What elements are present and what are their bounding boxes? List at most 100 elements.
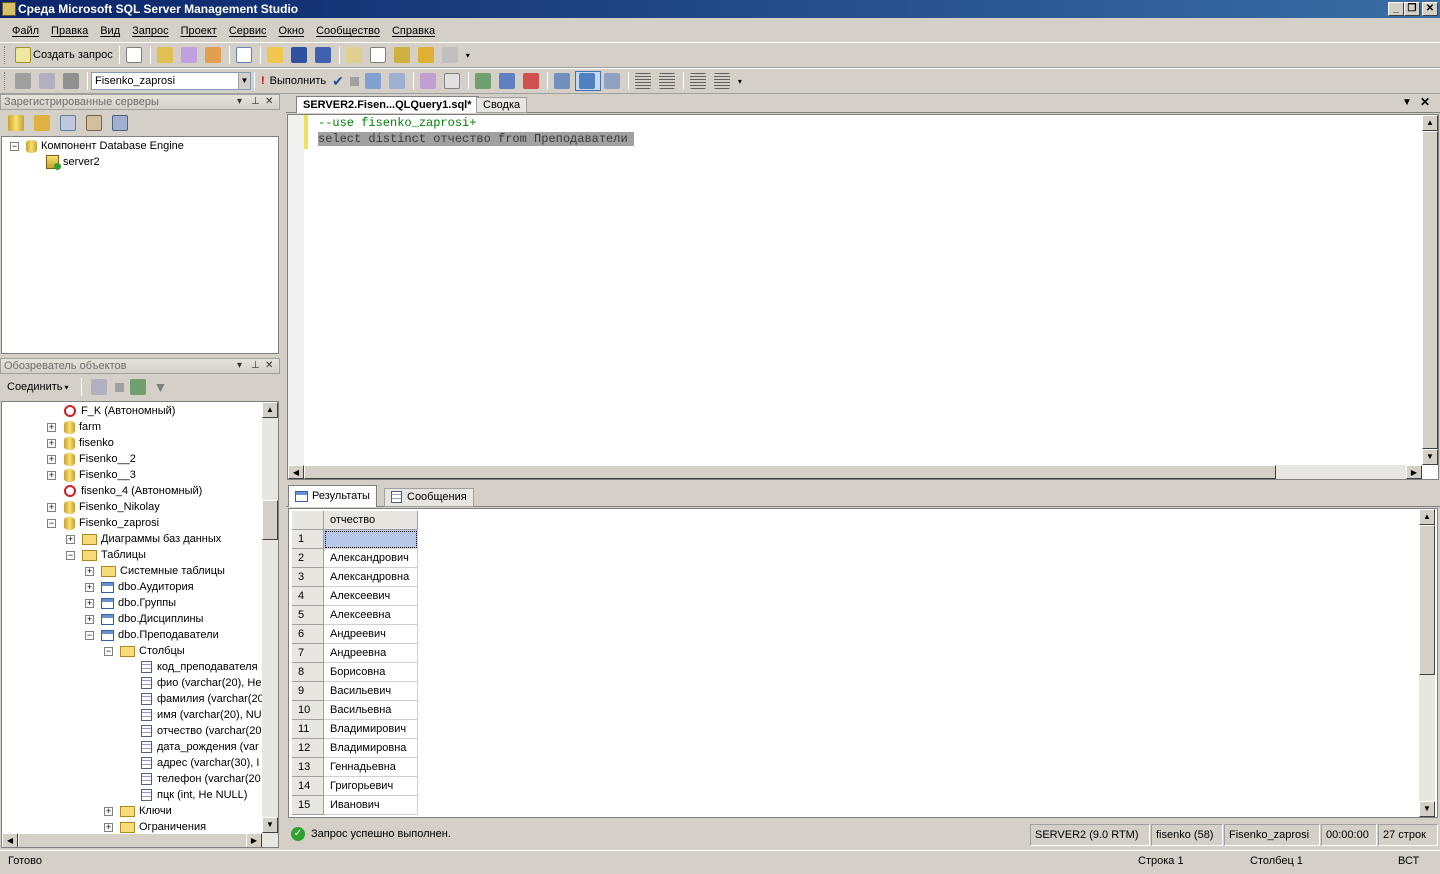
row-header[interactable]: 12 [292, 739, 324, 758]
refresh-icon[interactable] [129, 379, 146, 395]
grid-cell[interactable]: Александровна [324, 568, 418, 587]
row-header[interactable]: 2 [292, 549, 324, 568]
row-header[interactable]: 5 [292, 606, 324, 625]
menu-window[interactable]: Окно [273, 25, 311, 37]
tree-node-db[interactable]: fisenko_4 (Автономный) [64, 483, 202, 499]
grid-cell[interactable]: Андреевич [324, 625, 418, 644]
tree-node-table[interactable]: dbo.Дисциплины [101, 611, 203, 627]
reporting-services-icon[interactable] [60, 115, 76, 131]
analysis-services-icon[interactable] [34, 115, 50, 131]
toolbox-button[interactable] [439, 45, 463, 65]
results-to-file-button[interactable] [601, 71, 625, 91]
scroll-thumb[interactable] [1422, 131, 1438, 449]
integration-services-icon[interactable] [112, 115, 128, 131]
expand-icon[interactable]: + [47, 503, 56, 512]
tree-node-table[interactable]: dbo.Аудитория [101, 579, 194, 595]
grid-cell[interactable]: Иванович [324, 796, 418, 815]
tab-messages[interactable]: Сообщения [384, 488, 474, 507]
stop-icon[interactable] [114, 382, 124, 392]
results-to-text-alt-button[interactable] [551, 71, 575, 91]
tree-node-table[interactable]: dbo.Преподаватели [101, 627, 219, 643]
execute-button[interactable]: ! Выполнить [258, 71, 329, 91]
save-all-button[interactable] [312, 45, 336, 65]
expand-icon[interactable]: + [47, 439, 56, 448]
grid-cell[interactable]: Александрович [324, 549, 418, 568]
tree-node-column[interactable]: телефон (varchar(20 [141, 771, 261, 787]
increase-indent-button[interactable] [711, 71, 735, 91]
filter-icon[interactable]: ▼ [154, 379, 168, 395]
mobile-icon[interactable] [86, 115, 102, 131]
expand-icon[interactable]: + [85, 567, 94, 576]
tree-node-db[interactable]: Fisenko_Nikolay [64, 499, 160, 515]
display-plan-button[interactable] [362, 71, 386, 91]
tree-node-db[interactable]: F_K (Автономный) [64, 403, 175, 419]
grid-cell[interactable]: Владимировна [324, 739, 418, 758]
row-header[interactable]: 6 [292, 625, 324, 644]
query-designer-button[interactable] [386, 71, 410, 91]
registered-servers-button[interactable] [343, 45, 367, 65]
tree-node-db[interactable]: Fisenko_zaprosi [64, 515, 159, 531]
grid-cell[interactable] [324, 530, 418, 549]
new-query-button[interactable]: Создать запрос [12, 45, 116, 65]
scroll-thumb[interactable] [262, 500, 278, 540]
tree-node-table[interactable]: dbo.Группы [101, 595, 176, 611]
row-header[interactable]: 13 [292, 758, 324, 777]
tree-node-folder[interactable]: Ключи [120, 803, 172, 819]
expand-icon[interactable]: + [47, 471, 56, 480]
minimize-button[interactable]: _ [1388, 2, 1404, 16]
tree-node-column[interactable]: фамилия (varchar(20 [141, 691, 264, 707]
scroll-up-icon[interactable]: ▲ [1422, 115, 1438, 131]
cancel-execution-button[interactable] [347, 71, 362, 91]
editor-hscrollbar[interactable]: ◀ ▶ [288, 465, 1422, 479]
menu-view[interactable]: Вид [94, 25, 126, 37]
open-button[interactable] [264, 45, 288, 65]
row-header[interactable]: 9 [292, 682, 324, 701]
grid-cell[interactable]: Владимирович [324, 720, 418, 739]
expand-icon[interactable]: + [47, 455, 56, 464]
comment-button[interactable] [632, 71, 656, 91]
results-to-text-button[interactable] [520, 71, 544, 91]
properties-button[interactable] [415, 45, 439, 65]
collapse-icon[interactable]: − [10, 142, 19, 151]
connect-button[interactable] [12, 71, 36, 91]
expand-icon[interactable]: + [85, 615, 94, 624]
row-header[interactable]: 10 [292, 701, 324, 720]
pin-icon[interactable]: ⊥ [251, 359, 260, 373]
menu-help[interactable]: Справка [386, 25, 441, 37]
close-icon[interactable]: ✕ [1420, 95, 1430, 109]
tree-node-folder[interactable]: Системные таблицы [101, 563, 225, 579]
tree-node-folder[interactable]: Диаграммы баз данных [82, 531, 221, 547]
object-explorer-button[interactable] [367, 45, 391, 65]
scroll-right-icon[interactable]: ▶ [246, 833, 262, 847]
scroll-right-icon[interactable]: ▶ [1406, 465, 1422, 479]
tab-summary[interactable]: Сводка [476, 97, 528, 113]
maximize-button[interactable]: ❐ [1404, 2, 1420, 16]
save-button[interactable] [288, 45, 312, 65]
uncomment-button[interactable] [656, 71, 680, 91]
expand-icon[interactable]: + [85, 583, 94, 592]
decrease-indent-button[interactable] [687, 71, 711, 91]
tree-node-db[interactable]: farm [64, 419, 101, 435]
scroll-left-icon[interactable]: ◀ [288, 465, 304, 479]
tree-node-column[interactable]: фио (varchar(20), Не [141, 675, 261, 691]
mdx-query-button[interactable] [154, 45, 178, 65]
scroll-down-icon[interactable]: ▼ [1419, 801, 1435, 817]
tree-node-db[interactable]: Fisenko__2 [64, 451, 136, 467]
collapse-icon[interactable]: − [47, 519, 56, 528]
specify-values-button[interactable] [417, 71, 441, 91]
menu-edit[interactable]: Правка [45, 25, 94, 37]
tree-node-column[interactable]: пцк (int, Не NULL) [141, 787, 247, 803]
results-to-grid-button[interactable] [574, 71, 601, 91]
tree-node-db[interactable]: Fisenko__3 [64, 467, 136, 483]
tree-node-server[interactable]: server2 [46, 154, 100, 171]
pin-icon[interactable]: ⊥ [251, 95, 260, 109]
xmla-query-button[interactable] [202, 45, 226, 65]
connect-button[interactable]: Соединить ▾ [4, 377, 72, 397]
disconnect-icon[interactable] [90, 379, 107, 395]
close-button[interactable]: ✕ [1422, 2, 1438, 16]
scroll-thumb[interactable] [18, 833, 248, 847]
database-engine-icon[interactable] [8, 115, 24, 131]
tree-node-folder[interactable]: Столбцы [120, 643, 185, 659]
toolbar-grip[interactable] [4, 46, 8, 64]
grid-cell[interactable]: Алексеевна [324, 606, 418, 625]
